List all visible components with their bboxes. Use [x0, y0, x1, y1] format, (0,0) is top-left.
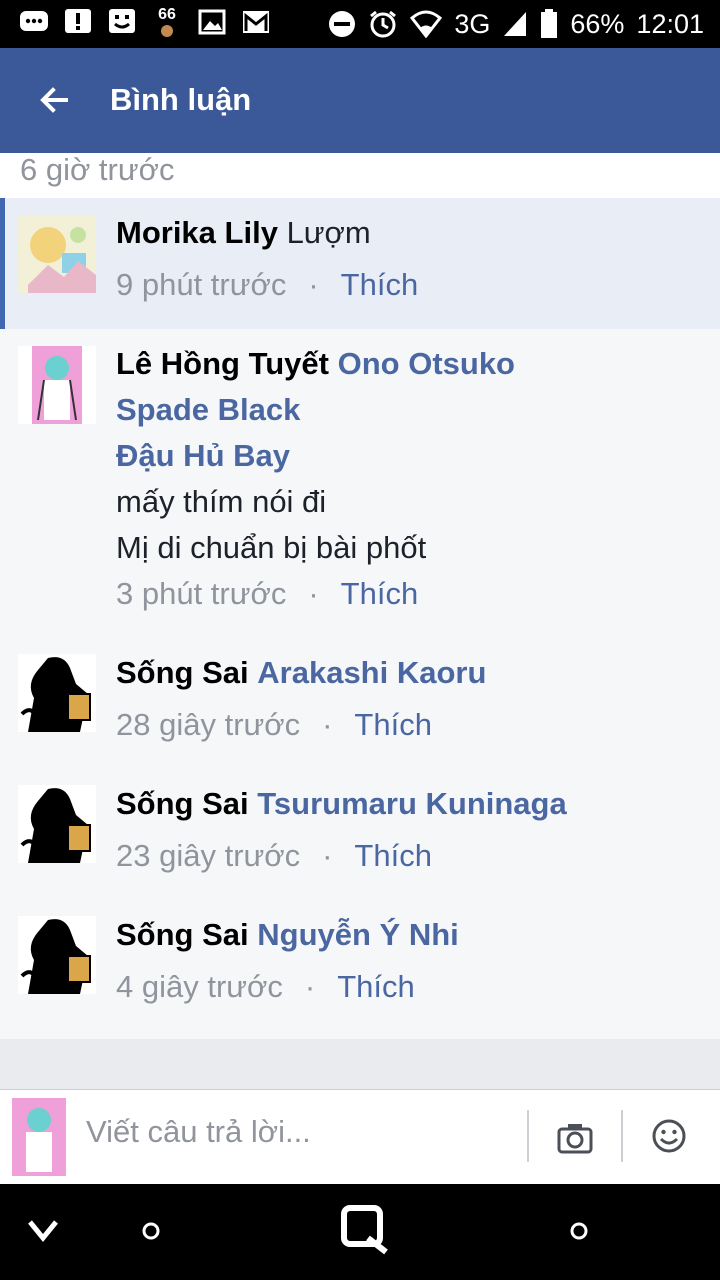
smiley-icon[interactable]	[651, 1118, 687, 1154]
meta-separator: ·	[322, 707, 333, 742]
comment-text: Mị di chuẩn bị bài phốt	[116, 530, 427, 565]
comment-timestamp: 28 giây trước	[116, 707, 301, 742]
image-notification-icon	[196, 6, 228, 38]
reply-composer: Viết câu trả lời...	[0, 1089, 720, 1185]
nav-home-icon[interactable]	[140, 1220, 162, 1247]
battery-percent: 66%	[570, 8, 625, 39]
app-bar: Bình luận	[0, 48, 720, 153]
notification-count: 66	[158, 6, 176, 23]
meta-separator: ·	[308, 576, 319, 611]
comment-author[interactable]: Morika Lily	[116, 215, 278, 250]
system-nav-bar	[0, 1184, 720, 1280]
tagged-user[interactable]: Nguyễn Ý Nhi	[257, 917, 459, 952]
chat-notification-icon	[18, 6, 50, 38]
wifi-icon	[410, 10, 443, 38]
previous-comment-timestamp: 6 giờ trước	[0, 153, 720, 198]
meta-separator: ·	[308, 267, 319, 302]
tagged-user[interactable]: Tsurumaru Kuninaga	[257, 786, 566, 821]
comment-author[interactable]: Sống Sai	[116, 917, 249, 952]
do-not-disturb-icon	[329, 11, 356, 37]
like-link[interactable]: Thích	[354, 838, 432, 873]
comment-timestamp: 23 giây trước	[116, 838, 301, 873]
meta-separator: ·	[304, 969, 316, 1004]
comment-text: Lượm	[286, 215, 371, 250]
like-link[interactable]: Thích	[341, 576, 419, 611]
comment-thread[interactable]: 6 giờ trước Morika Lily Lượm 9 phút trướ…	[0, 153, 720, 1097]
page-title: Bình luận	[110, 82, 252, 117]
tagged-user[interactable]: Arakashi Kaoru	[257, 655, 486, 690]
alert-notification-icon	[62, 6, 94, 38]
divider	[527, 1110, 529, 1162]
divider	[621, 1110, 623, 1162]
gmail-notification-icon	[240, 6, 272, 38]
avatar[interactable]	[18, 785, 96, 863]
my-avatar	[12, 1098, 66, 1176]
comment-timestamp: 9 phút trước	[116, 267, 287, 302]
avatar[interactable]	[18, 215, 96, 293]
comment-timestamp: 3 phút trước	[116, 576, 287, 611]
app-badge-icon: 66	[150, 6, 184, 38]
avatar[interactable]	[18, 346, 96, 424]
avatar[interactable]	[18, 916, 96, 994]
tagged-user[interactable]: Spade Black	[116, 392, 300, 427]
reply-input[interactable]: Viết câu trả lời...	[86, 1114, 311, 1150]
comment-text: mấy thím nói đi	[116, 484, 327, 519]
nav-back-icon[interactable]	[26, 1216, 60, 1251]
comment-item: Lê Hồng Tuyết Ono Otsuko Spade Black Đậu…	[0, 329, 720, 638]
comment-item: Morika Lily Lượm 9 phút trước · Thích	[0, 198, 720, 329]
comment-author[interactable]: Lê Hồng Tuyết	[116, 346, 329, 381]
alarm-icon	[370, 10, 397, 38]
like-link[interactable]: Thích	[341, 267, 419, 302]
emoji-notification-icon	[106, 6, 138, 38]
signal-icon	[504, 12, 527, 36]
like-link[interactable]: Thích	[354, 707, 432, 742]
comment-item: Sống Sai Tsurumaru Kuninaga 23 giây trướ…	[0, 769, 720, 900]
status-bar: 66 3G 66% 12:01	[0, 0, 720, 48]
meta-separator: ·	[322, 838, 333, 873]
avatar[interactable]	[18, 654, 96, 732]
tagged-user[interactable]: Ono Otsuko	[338, 346, 515, 381]
like-link[interactable]: Thích	[337, 969, 415, 1004]
camera-icon[interactable]	[557, 1120, 593, 1156]
network-type: 3G	[454, 8, 491, 39]
battery-icon	[541, 9, 558, 38]
comment-item: Sống Sai Arakashi Kaoru 28 giây trước · Th…	[0, 638, 720, 769]
back-arrow-icon[interactable]	[38, 84, 70, 116]
clock: 12:01	[636, 8, 704, 39]
comment-timestamp: 4 giây trước	[116, 969, 283, 1004]
nav-assistant-icon[interactable]	[340, 1204, 392, 1261]
comment-item: Sống Sai Nguyễn Ý Nhi 4 giây trước · Thích	[0, 900, 720, 1039]
tagged-user[interactable]: Đậu Hủ Bay	[116, 438, 290, 473]
comment-author[interactable]: Sống Sai	[116, 786, 249, 821]
comment-author[interactable]: Sống Sai	[116, 655, 249, 690]
nav-recents-icon[interactable]	[568, 1220, 590, 1247]
